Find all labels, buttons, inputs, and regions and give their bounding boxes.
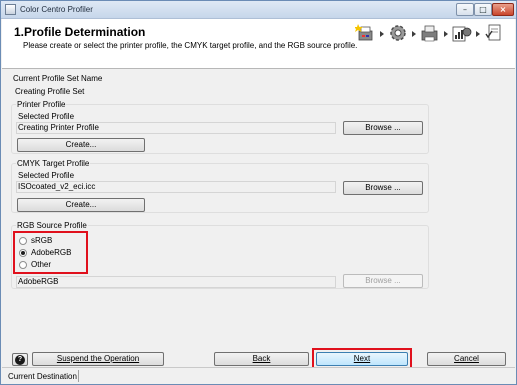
help-button[interactable]: ? [12, 353, 28, 366]
help-icon: ? [15, 355, 25, 365]
step-arrow [412, 31, 416, 37]
next-highlight [312, 348, 412, 369]
page-subtitle: Please create or select the printer prof… [23, 41, 358, 50]
minimize-button[interactable]: – [456, 3, 474, 16]
cmyk-selected-label: Selected Profile [18, 171, 75, 180]
status-text: Current Destination [8, 372, 77, 381]
step-arrow [444, 31, 448, 37]
rgb-browse-button[interactable]: Browse ... [343, 274, 423, 288]
title-bar[interactable]: Color Centro Profiler – □ × [1, 1, 516, 19]
printer-wand-icon [355, 24, 373, 41]
window-title: Color Centro Profiler [20, 5, 93, 14]
cmyk-create-button[interactable]: Create... [17, 198, 145, 212]
cmyk-profile-field: ISOcoated_v2_eci.icc [16, 181, 336, 193]
page-title: 1.Profile Determination [14, 25, 146, 39]
document-check-icon [485, 24, 501, 41]
maximize-button[interactable]: □ [474, 3, 492, 16]
cancel-label: Cancel [454, 354, 479, 363]
printer-selected-label: Selected Profile [18, 112, 75, 121]
wizard-header: 1.Profile Determination Please create or… [2, 19, 515, 69]
printer-plus-icon [421, 25, 438, 42]
close-button[interactable]: × [492, 3, 514, 16]
printer-profile-title: Printer Profile [16, 100, 67, 109]
profile-set-name: Creating Profile Set [15, 87, 85, 96]
printer-create-button[interactable]: Create... [17, 138, 145, 152]
chart-icon [452, 26, 472, 42]
rgb-profile-title: RGB Source Profile [16, 221, 88, 230]
back-button[interactable]: Back [214, 352, 309, 366]
cmyk-browse-button[interactable]: Browse ... [343, 181, 423, 195]
suspend-label: Suspend the Operation [56, 354, 140, 363]
printer-browse-button[interactable]: Browse ... [343, 121, 423, 135]
gear-icon [390, 25, 406, 41]
cmyk-profile-title: CMYK Target Profile [16, 159, 91, 168]
printer-profile-field: Creating Printer Profile [16, 122, 336, 134]
app-icon [5, 4, 16, 15]
app-window: Color Centro Profiler – □ × 1.Profile De… [0, 0, 517, 385]
back-label: Back [252, 354, 271, 363]
status-divider [78, 370, 79, 382]
suspend-button[interactable]: Suspend the Operation [32, 352, 164, 366]
step-arrow [476, 31, 480, 37]
step-indicator [355, 22, 505, 46]
cancel-button[interactable]: Cancel [427, 352, 506, 366]
status-bar: Current Destination [2, 368, 515, 384]
rgb-profile-field: AdobeRGB [16, 276, 336, 288]
rgb-options-highlight [13, 231, 88, 274]
profile-set-heading: Current Profile Set Name [13, 74, 103, 83]
step-arrow [380, 31, 384, 37]
